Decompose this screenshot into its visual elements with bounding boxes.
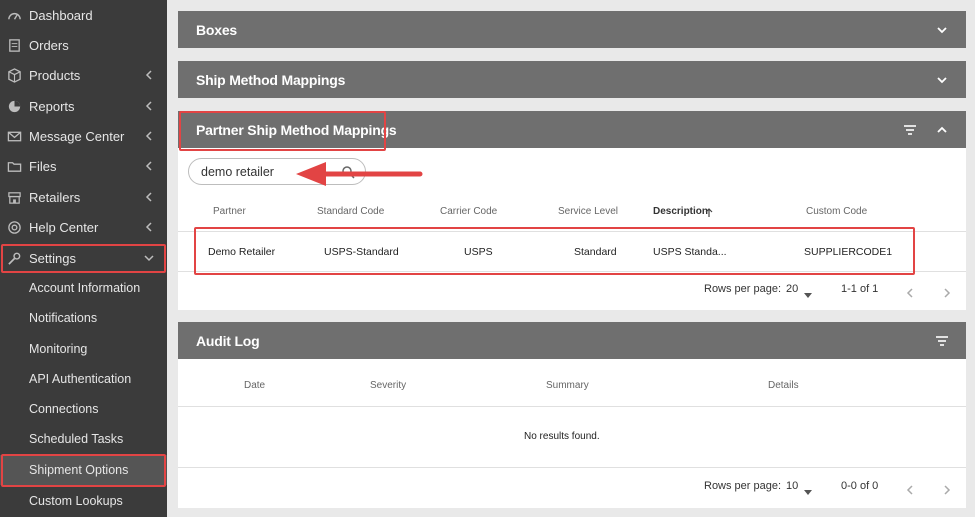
sidebar-sub-custom-lookups[interactable]: Custom Lookups bbox=[0, 486, 167, 516]
sidebar-item-label: Products bbox=[29, 67, 81, 83]
chevron-down-icon[interactable] bbox=[930, 11, 954, 48]
column-header-custom-code[interactable]: Custom Code bbox=[806, 206, 867, 217]
filter-icon[interactable] bbox=[930, 322, 954, 359]
sidebar-sub-account-information[interactable]: Account Information bbox=[0, 273, 167, 303]
sidebar-item-label: Files bbox=[29, 158, 57, 174]
divider bbox=[178, 467, 966, 468]
reports-icon bbox=[6, 98, 22, 114]
chevron-left-icon bbox=[143, 160, 155, 172]
sidebar-item-label: Reports bbox=[29, 98, 75, 114]
rows-per-page-select[interactable]: 20 bbox=[786, 283, 798, 295]
chevron-down-icon[interactable] bbox=[930, 61, 954, 98]
sidebar-item-products[interactable]: Products bbox=[0, 60, 167, 90]
column-header-summary[interactable]: Summary bbox=[546, 380, 589, 391]
rows-per-page-select[interactable]: 10 bbox=[786, 480, 798, 492]
caret-down-icon[interactable] bbox=[804, 483, 812, 495]
sidebar-sub-scheduled-tasks[interactable]: Scheduled Tasks bbox=[0, 424, 167, 454]
sidebar-item-label: Retailers bbox=[29, 189, 81, 205]
sidebar-item-reports[interactable]: Reports bbox=[0, 91, 167, 121]
panel-title: Boxes bbox=[196, 21, 238, 38]
panel-title: Ship Method Mappings bbox=[196, 71, 346, 88]
filter-icon[interactable] bbox=[898, 111, 922, 148]
sidebar-item-orders[interactable]: Orders bbox=[0, 30, 167, 60]
chevron-up-icon[interactable] bbox=[930, 111, 954, 148]
highlight-result-row bbox=[194, 227, 915, 275]
search-input-value: demo retailer bbox=[201, 164, 274, 179]
column-header-service-level[interactable]: Service Level bbox=[558, 206, 618, 217]
rows-per-page-label: Rows per page: bbox=[704, 480, 782, 492]
sidebar-item-label: Message Center bbox=[29, 128, 125, 144]
column-header-date[interactable]: Date bbox=[244, 380, 265, 391]
highlight-settings bbox=[1, 244, 166, 273]
pagination-range: 1-1 of 1 bbox=[841, 283, 879, 295]
sidebar-sub-notifications[interactable]: Notifications bbox=[0, 303, 167, 333]
column-header-description[interactable]: Description bbox=[653, 206, 708, 217]
prev-page-icon[interactable] bbox=[905, 482, 919, 496]
orders-icon bbox=[6, 37, 22, 53]
next-page-icon[interactable] bbox=[942, 285, 956, 299]
dashboard-icon bbox=[6, 7, 22, 23]
sidebar-item-dashboard[interactable]: Dashboard bbox=[0, 0, 167, 30]
sidebar-item-label: Dashboard bbox=[29, 7, 93, 23]
lifebuoy-icon bbox=[6, 219, 22, 235]
boxes-panel-header[interactable]: Boxes bbox=[178, 11, 966, 48]
audit-log-panel-header[interactable]: Audit Log bbox=[178, 322, 966, 359]
chevron-left-icon bbox=[143, 69, 155, 81]
chevron-left-icon bbox=[143, 221, 155, 233]
column-header-standard-code[interactable]: Standard Code bbox=[317, 206, 384, 217]
sidebar-sub-monitoring[interactable]: Monitoring bbox=[0, 334, 167, 364]
audit-log-panel: Audit Log Date Severity Summary Details … bbox=[178, 322, 966, 508]
highlight-shipment-options bbox=[1, 454, 166, 487]
ship-method-panel-header[interactable]: Ship Method Mappings bbox=[178, 61, 966, 98]
products-icon bbox=[6, 67, 22, 83]
column-header-details[interactable]: Details bbox=[768, 380, 799, 391]
sidebar-item-retailers[interactable]: Retailers bbox=[0, 182, 167, 212]
sidebar-item-files[interactable]: Files bbox=[0, 151, 167, 181]
envelope-icon bbox=[6, 128, 22, 144]
sidebar-item-label: Orders bbox=[29, 37, 69, 53]
chevron-left-icon bbox=[143, 191, 155, 203]
ship-method-panel: Ship Method Mappings bbox=[178, 61, 966, 98]
divider bbox=[178, 406, 966, 407]
boxes-panel: Boxes bbox=[178, 11, 966, 48]
column-header-severity[interactable]: Severity bbox=[370, 380, 406, 391]
sidebar-item-label: Help Center bbox=[29, 219, 99, 235]
panel-title: Audit Log bbox=[196, 332, 260, 349]
next-page-icon[interactable] bbox=[942, 482, 956, 496]
column-header-partner[interactable]: Partner bbox=[213, 206, 246, 217]
prev-page-icon[interactable] bbox=[905, 285, 919, 299]
store-icon bbox=[6, 189, 22, 205]
empty-state-message: No results found. bbox=[524, 431, 600, 442]
folder-icon bbox=[6, 158, 22, 174]
rows-per-page-label: Rows per page: bbox=[704, 283, 782, 295]
highlight-partner-title bbox=[179, 111, 386, 151]
red-arrow-annotation bbox=[296, 162, 423, 186]
chevron-left-icon bbox=[143, 130, 155, 142]
chevron-left-icon bbox=[143, 100, 155, 112]
sidebar-sub-api-authentication[interactable]: API Authentication bbox=[0, 364, 167, 394]
sidebar-item-help-center[interactable]: Help Center bbox=[0, 212, 167, 242]
caret-down-icon[interactable] bbox=[804, 286, 812, 298]
sidebar-item-message-center[interactable]: Message Center bbox=[0, 121, 167, 151]
column-header-carrier-code[interactable]: Carrier Code bbox=[440, 206, 497, 217]
sidebar-sub-connections[interactable]: Connections bbox=[0, 394, 167, 424]
arrow-up-icon[interactable] bbox=[704, 205, 714, 217]
pagination-range: 0-0 of 0 bbox=[841, 480, 879, 492]
